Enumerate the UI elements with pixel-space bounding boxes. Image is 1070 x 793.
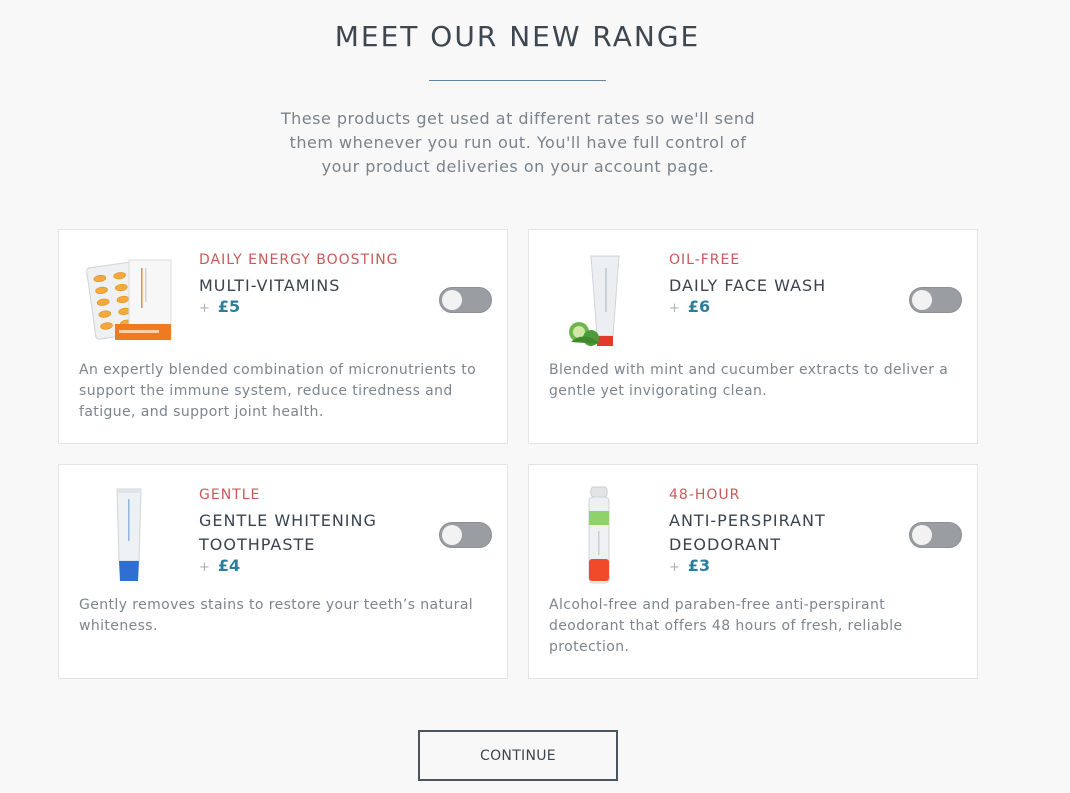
product-description: Blended with mint and cucumber extracts … bbox=[549, 362, 949, 399]
product-kicker: OIL-FREE bbox=[669, 252, 741, 268]
continue-button[interactable]: CONTINUE bbox=[418, 730, 618, 781]
add-deodorant-toggle[interactable] bbox=[909, 522, 962, 548]
product-card-face-wash: OIL-FREE DAILY FACE WASH + £6 Blended wit… bbox=[528, 229, 978, 444]
product-name: GENTLE WHITENING TOOTHPASTE bbox=[199, 511, 377, 554]
price-value: £4 bbox=[217, 556, 241, 575]
face-wash-image bbox=[549, 250, 649, 350]
product-price: + £4 bbox=[199, 556, 240, 575]
plus-icon: + bbox=[669, 301, 680, 316]
plus-icon: + bbox=[669, 560, 680, 575]
product-price: + £3 bbox=[669, 556, 710, 575]
product-kicker: DAILY ENERGY BOOSTING bbox=[199, 252, 399, 268]
toggle-knob bbox=[442, 525, 462, 545]
add-toothpaste-toggle[interactable] bbox=[439, 522, 492, 548]
add-multivitamins-toggle[interactable] bbox=[439, 287, 492, 313]
page-title: MEET OUR NEW RANGE bbox=[334, 20, 701, 53]
product-description: Gently removes stains to restore your te… bbox=[79, 597, 474, 634]
title-divider bbox=[429, 80, 606, 81]
toggle-knob bbox=[912, 525, 932, 545]
product-name: ANTI-PERSPIRANT DEODORANT bbox=[669, 511, 826, 554]
product-kicker: 48-HOUR bbox=[669, 487, 741, 503]
product-card-toothpaste: GENTLE GENTLE WHITENING TOOTHPASTE + £4 G… bbox=[58, 464, 508, 679]
product-price: + £5 bbox=[199, 297, 240, 316]
toggle-knob bbox=[442, 290, 462, 310]
deodorant-image bbox=[549, 485, 649, 585]
intro-text: These products get used at different rat… bbox=[280, 109, 756, 176]
product-card-multivitamins: DAILY ENERGY BOOSTING MULTI-VITAMINS + £5… bbox=[58, 229, 508, 444]
price-value: £5 bbox=[217, 297, 241, 316]
toggle-knob bbox=[912, 290, 932, 310]
product-description: Alcohol-free and paraben-free anti-persp… bbox=[549, 597, 903, 655]
product-card-deodorant: 48-HOUR ANTI-PERSPIRANT DEODORANT + £3 Al… bbox=[528, 464, 978, 679]
product-kicker: GENTLE bbox=[199, 487, 261, 503]
plus-icon: + bbox=[199, 560, 210, 575]
product-price: + £6 bbox=[669, 297, 710, 316]
toothpaste-image bbox=[79, 485, 179, 585]
price-value: £3 bbox=[687, 556, 711, 575]
product-description: An expertly blended combination of micro… bbox=[79, 362, 477, 420]
product-name: MULTI-VITAMINS bbox=[199, 276, 341, 295]
multivitamin-pack-image bbox=[79, 250, 179, 350]
price-value: £6 bbox=[687, 297, 711, 316]
plus-icon: + bbox=[199, 301, 210, 316]
add-face-wash-toggle[interactable] bbox=[909, 287, 962, 313]
product-name: DAILY FACE WASH bbox=[669, 276, 827, 295]
